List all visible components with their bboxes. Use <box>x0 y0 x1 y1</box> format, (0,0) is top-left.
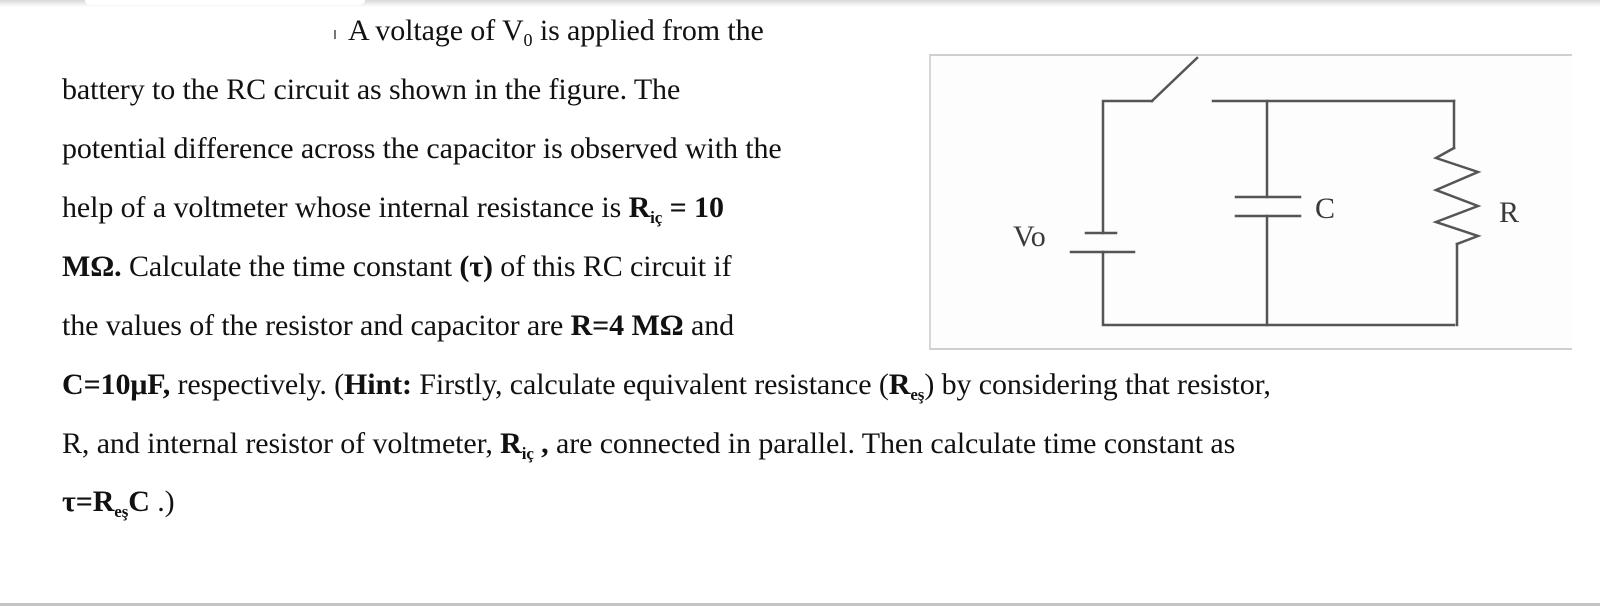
resistor-zigzag-icon <box>1432 146 1482 246</box>
left-wire-top <box>1101 99 1154 235</box>
rc-circuit-diagram <box>1069 56 1482 327</box>
switch-icon <box>1150 56 1199 103</box>
battery-label: Vo <box>1013 220 1046 253</box>
resistor-label: R <box>1499 196 1520 229</box>
capacitor-label: C <box>1315 192 1336 225</box>
left-wire-bottom <box>1101 250 1456 327</box>
